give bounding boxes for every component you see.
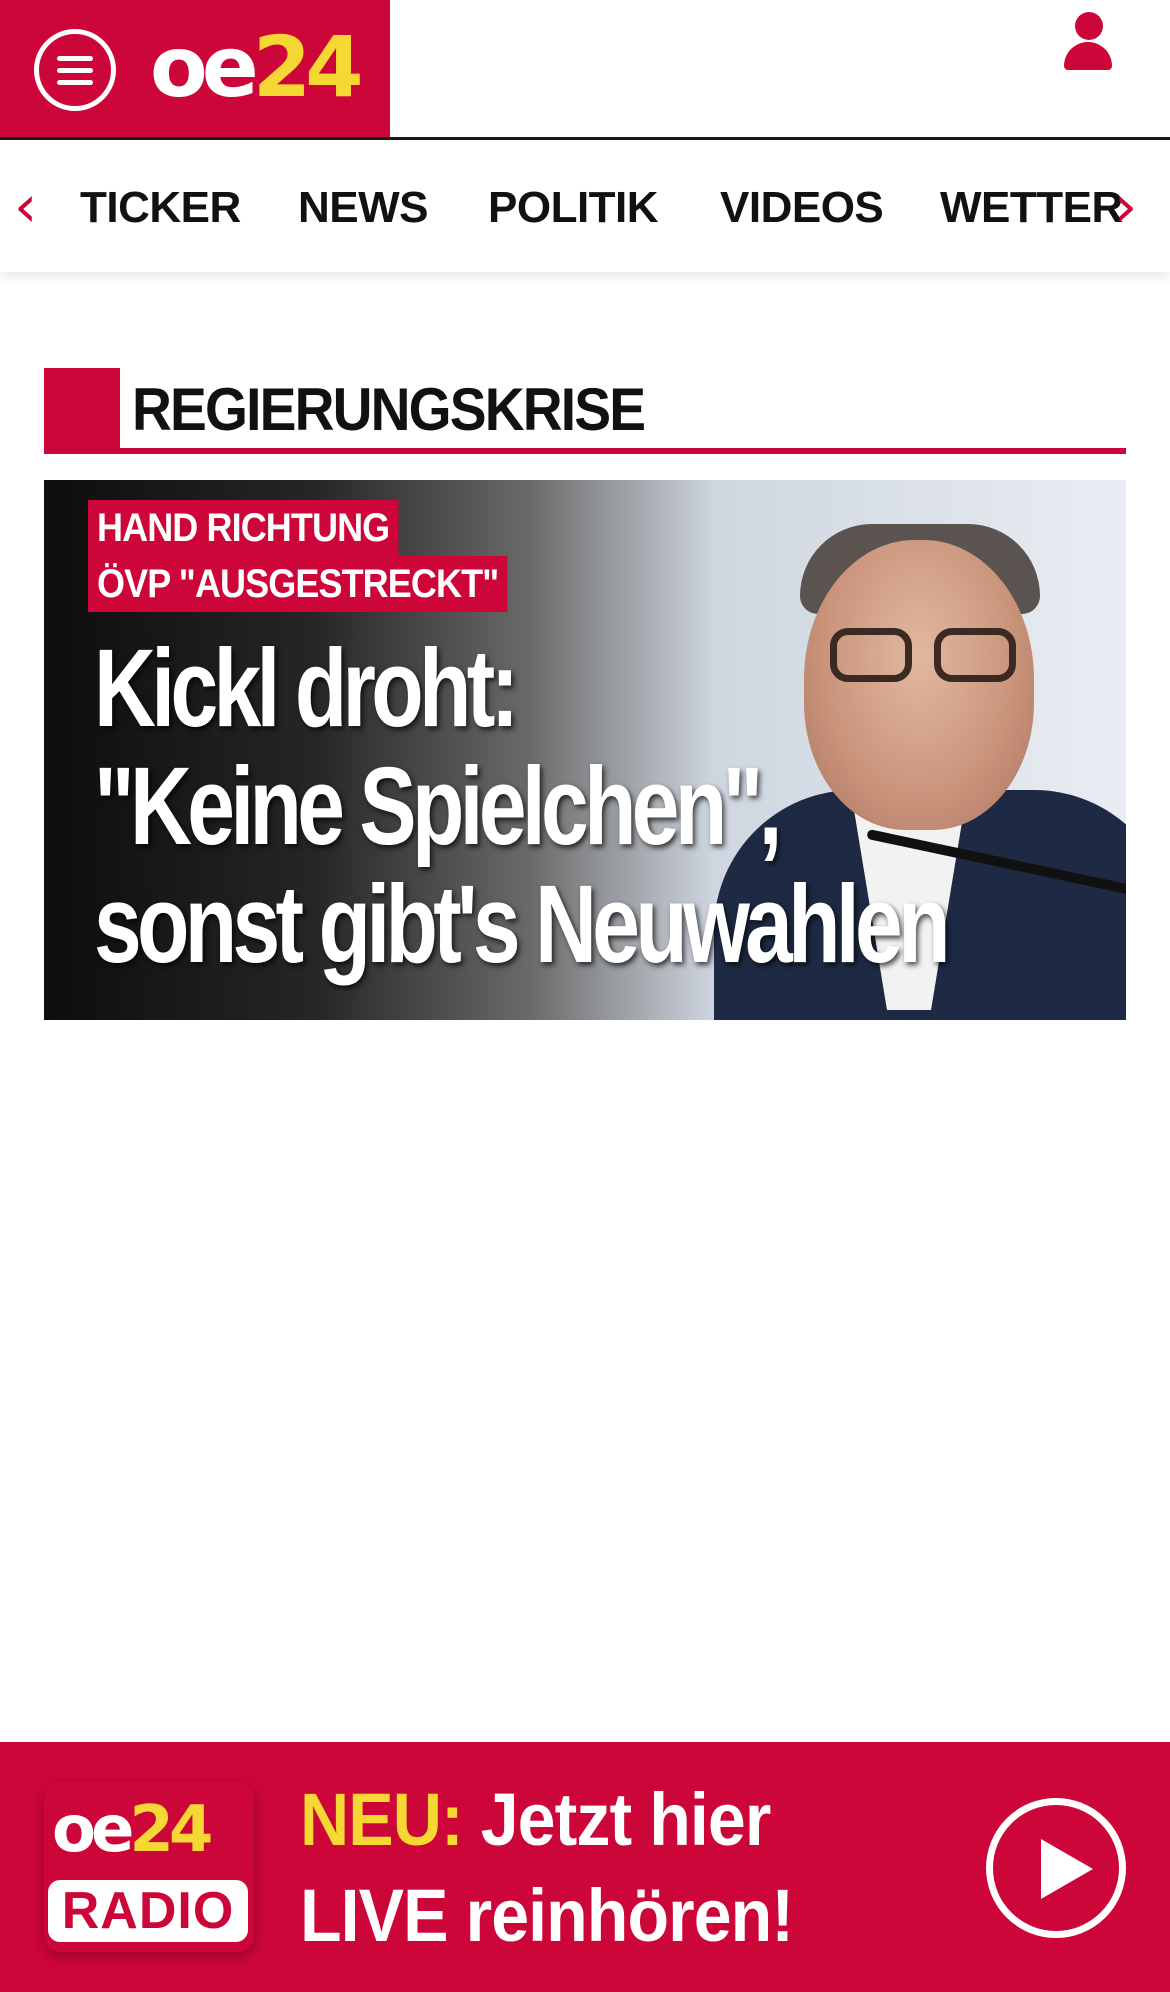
hero-headline-line2: "Keine Spielchen", <box>94 745 782 868</box>
nav-item-wetter[interactable]: WETTER <box>940 180 1123 236</box>
nav-scroll-left-icon[interactable]: ‹ <box>14 176 44 236</box>
radio-promo-line2: LIVE reinhören! <box>300 1874 794 1957</box>
section-heading: REGIERUNGSKRISE <box>44 368 1126 456</box>
radio-logo-badge[interactable]: oe24 RADIO <box>44 1782 254 1952</box>
hero-teaser[interactable]: HAND RICHTUNG ÖVP "AUSGESTRECKT" Kickl d… <box>44 480 1126 1020</box>
brand-block: oe 24 <box>0 0 390 137</box>
radio-logo: oe24 <box>52 1793 213 1867</box>
nav-item-videos[interactable]: VIDEOS <box>720 180 884 236</box>
section-marker <box>44 368 120 452</box>
user-account-icon[interactable] <box>1062 12 1114 72</box>
nav-item-politik[interactable]: POLITIK <box>488 180 659 236</box>
radio-promo-bar[interactable]: oe24 RADIO NEU: Jetzt hier LIVE reinhöre… <box>0 1742 1170 1992</box>
radio-promo-line1: Jetzt hier <box>462 1778 772 1861</box>
play-icon[interactable] <box>986 1798 1126 1938</box>
logo-num: 24 <box>252 18 364 116</box>
hero-kicker-line2: ÖVP "AUSGESTRECKT" <box>88 556 508 612</box>
hero-kicker-line1: HAND RICHTUNG <box>88 500 399 556</box>
logo-oe: oe <box>150 18 259 116</box>
radio-label: RADIO <box>48 1880 248 1942</box>
hero-headline-line3: sonst gibt's Neuwahlen <box>94 863 951 986</box>
section-title[interactable]: REGIERUNGSKRISE <box>132 368 646 452</box>
menu-icon[interactable] <box>34 29 116 111</box>
site-logo[interactable]: oe 24 <box>150 18 364 116</box>
nav-scroll-right-icon[interactable]: › <box>1114 176 1144 236</box>
nav-item-ticker[interactable]: TICKER <box>80 180 241 236</box>
radio-promo-neu: NEU: <box>300 1778 464 1861</box>
nav-item-news[interactable]: NEWS <box>298 180 429 236</box>
hero-headline-line1: Kickl droht: <box>94 627 519 750</box>
site-header: oe 24 <box>0 0 1170 140</box>
radio-promo-text[interactable]: NEU: Jetzt hier LIVE reinhören! <box>300 1772 794 1964</box>
section-underline <box>44 448 1126 454</box>
category-nav: ‹ TICKER NEWS POLITIK VIDEOS WETTER › <box>0 140 1170 272</box>
